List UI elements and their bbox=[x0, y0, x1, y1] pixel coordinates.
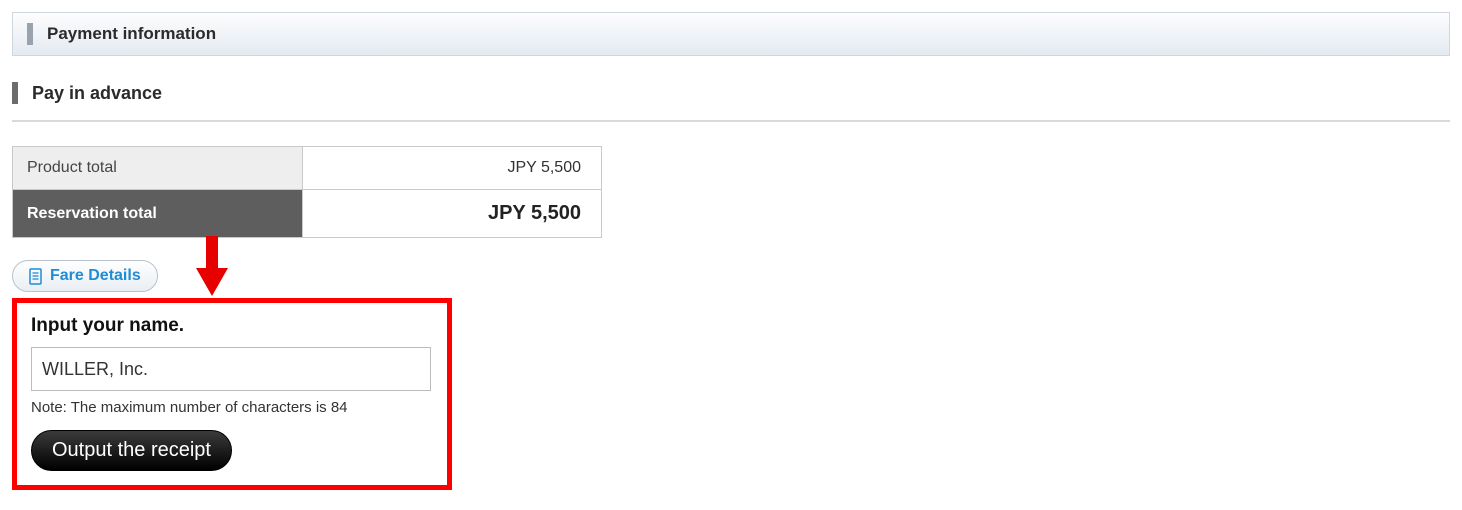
accent-bar bbox=[12, 82, 18, 104]
receipt-box: Input your name. Note: The maximum numbe… bbox=[12, 298, 452, 490]
output-receipt-button[interactable]: Output the receipt bbox=[31, 430, 232, 471]
down-arrow-icon bbox=[196, 236, 226, 296]
fare-details-label: Fare Details bbox=[50, 267, 141, 285]
accent-bar bbox=[27, 23, 33, 45]
table-row: Reservation total JPY 5,500 bbox=[13, 190, 602, 238]
pay-in-advance-header: Pay in advance bbox=[12, 82, 1450, 122]
payment-info-title: Payment information bbox=[47, 24, 216, 44]
name-input[interactable] bbox=[31, 347, 431, 391]
pay-in-advance-title: Pay in advance bbox=[32, 83, 162, 104]
fare-details-button[interactable]: Fare Details bbox=[12, 260, 158, 292]
product-total-value: JPY 5,500 bbox=[303, 147, 602, 190]
reservation-total-label: Reservation total bbox=[13, 190, 303, 238]
payment-info-header: Payment information bbox=[12, 12, 1450, 56]
document-icon bbox=[29, 268, 44, 285]
name-input-label: Input your name. bbox=[31, 315, 433, 337]
reservation-total-value: JPY 5,500 bbox=[303, 190, 602, 238]
name-input-note: Note: The maximum number of characters i… bbox=[31, 399, 433, 416]
product-total-label: Product total bbox=[13, 147, 303, 190]
table-row: Product total JPY 5,500 bbox=[13, 147, 602, 190]
totals-table: Product total JPY 5,500 Reservation tota… bbox=[12, 146, 602, 238]
